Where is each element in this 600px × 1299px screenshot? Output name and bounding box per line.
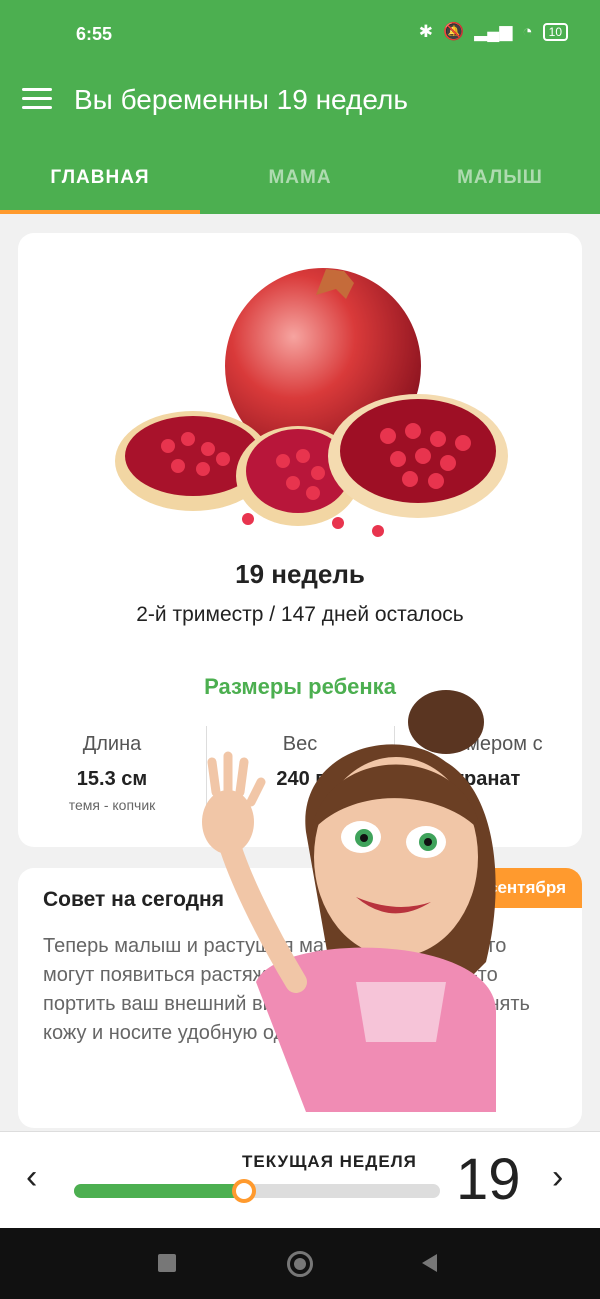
tab-bar: ГЛАВНАЯ МАМА МАЛЫШ [0,132,600,214]
system-nav-bar [0,1228,600,1299]
signal-icon: ▂▄▆ [474,22,513,41]
progress-thumb[interactable] [232,1179,257,1203]
metric-length: Длина 15.3 см темя - копчик [18,733,206,813]
chevron-right-icon[interactable]: › [552,1158,563,1197]
status-icons: ✱ 🔕 ▂▄▆ ◔ 10 [419,22,568,42]
week-title: 19 недель [235,559,365,589]
metric-sub: темя - копчик [68,797,156,813]
app-bar: Вы беременны 19 недель [0,70,600,132]
back-icon[interactable] [422,1254,437,1272]
pomegranate-icon [115,268,508,537]
current-week-label: ТЕКУЩАЯ НЕДЕЛЯ [242,1152,417,1171]
mute-icon: 🔕 [442,22,465,41]
week-selector: ‹ ТЕКУЩАЯ НЕДЕЛЯ 19 › [0,1131,600,1228]
avatar-sticker [202,690,496,1112]
status-bar: 6:55 ✱ 🔕 ▂▄▆ ◔ 10 [0,0,600,70]
tab-indicator [0,210,200,214]
chevron-left-icon[interactable]: ‹ [26,1158,37,1197]
status-time: 6:55 [76,24,113,44]
recent-apps-icon[interactable] [158,1254,176,1272]
home-icon[interactable] [287,1251,313,1277]
metric-value: 15.3 см [76,768,148,790]
metric-label: Длина [82,733,142,755]
progress-fill [74,1184,245,1198]
week-progress-slider[interactable] [74,1179,440,1203]
bluetooth-icon: ✱ [418,22,433,41]
tab-baby[interactable]: МАЛЫШ [400,132,600,214]
hamburger-icon[interactable] [22,88,52,112]
trimester-info: 2-й триместр / 147 дней осталось [136,603,464,626]
current-week-number: 19 [456,1147,521,1212]
wifi-icon: ◔ [522,22,533,41]
app-title: Вы беременны 19 недель [74,84,408,115]
tab-main[interactable]: ГЛАВНАЯ [0,132,200,214]
battery-icon: 10 [542,23,568,41]
tab-mom[interactable]: МАМА [200,132,400,214]
